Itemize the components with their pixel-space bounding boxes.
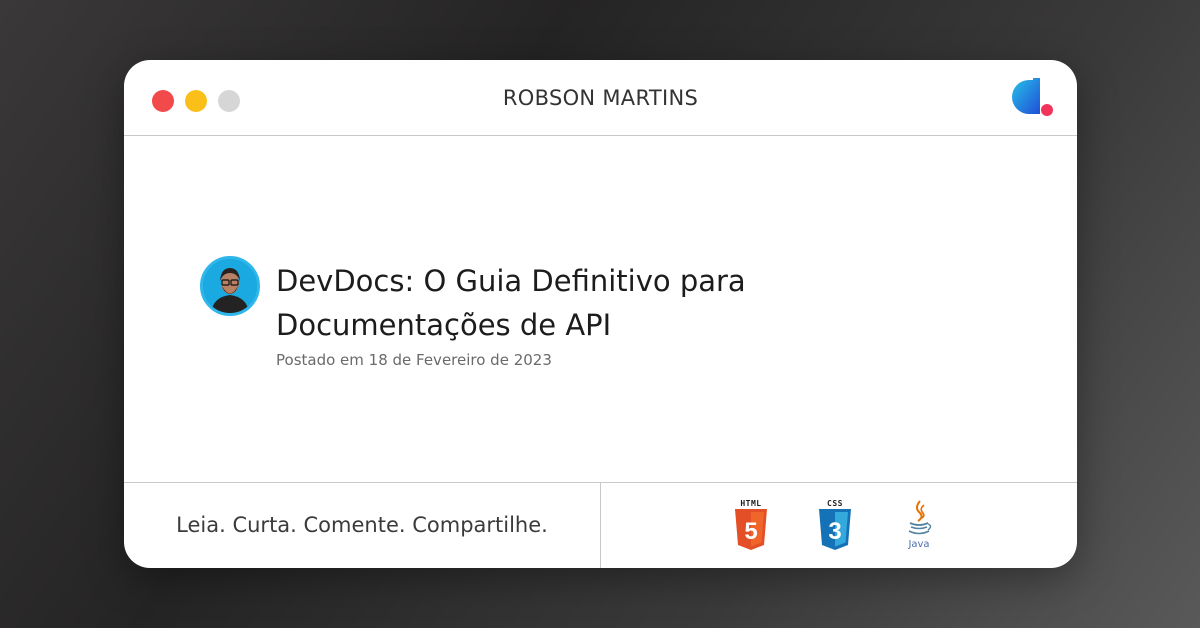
post-date: Postado em 18 de Fevereiro de 2023 [276,351,552,369]
java-label: Java [908,539,930,550]
author-name: ROBSON MARTINS [502,86,699,110]
svg-text:5: 5 [744,518,757,545]
css-label: CSS [827,499,843,508]
html-label: HTML [740,499,762,508]
author-avatar [200,256,260,316]
footer-divider [600,483,601,568]
html5-icon: HTML 5 [730,499,772,553]
svg-text:3: 3 [828,518,841,545]
css3-icon: CSS 3 [814,499,856,553]
post-content: DevDocs: O Guia Definitivo para Document… [124,137,1077,482]
post-title[interactable]: DevDocs: O Guia Definitivo para Document… [276,259,896,347]
tagline: Leia. Curta. Comente. Compartilhe. [176,513,548,537]
window-titlebar: ROBSON MARTINS [124,60,1077,136]
java-icon: Java [898,499,940,553]
post-card: ROBSON MARTINS DevDocs: O Guia Definitiv… [124,60,1077,568]
card-footer: Leia. Curta. Comente. Compartilhe. HTML … [124,482,1077,568]
devdocs-brand-icon [1007,76,1057,120]
